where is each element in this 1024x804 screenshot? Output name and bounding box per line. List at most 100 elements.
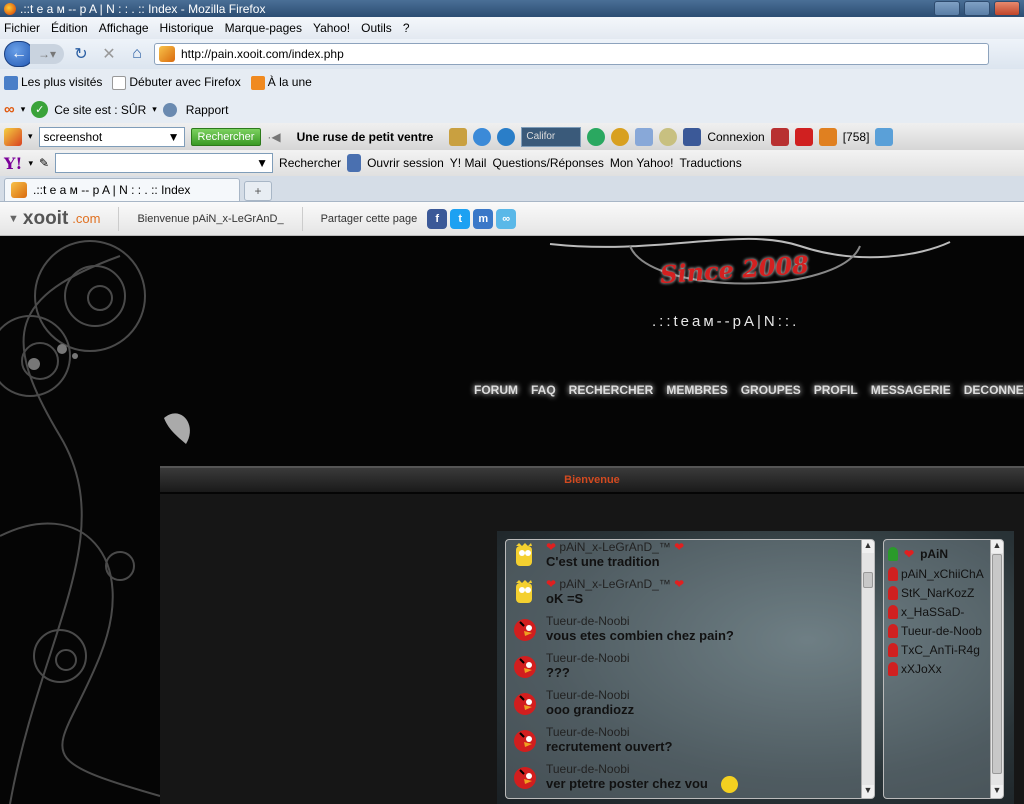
- menu-marque-pages[interactable]: Marque-pages: [225, 21, 302, 35]
- welcome-bar-label: Bienvenue: [564, 474, 620, 486]
- address-bar[interactable]: http://pain.xooit.com/index.php: [154, 43, 989, 65]
- stop-button[interactable]: ✕: [98, 43, 120, 65]
- menu-yahoo[interactable]: Yahoo!: [313, 21, 350, 35]
- facebook-share-icon[interactable]: f: [427, 208, 448, 229]
- bart-avatar-icon: [516, 543, 532, 566]
- yahoo-logo-icon[interactable]: Y!: [4, 154, 22, 173]
- qa-button[interactable]: Questions/Réponses: [492, 156, 603, 170]
- character-icon[interactable]: [659, 127, 678, 146]
- myspace-share-icon[interactable]: m: [473, 208, 494, 229]
- twitter-share-icon[interactable]: t: [450, 208, 471, 229]
- menu-affichage[interactable]: Affichage: [99, 21, 149, 35]
- scroll-down-icon[interactable]: ▼: [862, 785, 874, 798]
- scroll-down-icon[interactable]: ▼: [991, 785, 1003, 798]
- user-item[interactable]: StK_NarKozZ: [888, 583, 974, 602]
- user-item[interactable]: xXJoXx: [888, 659, 942, 678]
- wot-logo-icon[interactable]: ∞: [4, 101, 15, 118]
- menu-outils[interactable]: Outils: [361, 21, 392, 35]
- chatbox[interactable]: ❤ pAiN_x-LeGrAnD_™ ❤ C'est une tradition…: [505, 539, 875, 799]
- scroll-up-icon[interactable]: ▲: [862, 540, 874, 553]
- status-dropdown-icon[interactable]: ▾: [152, 104, 157, 115]
- blue-circle-icon[interactable]: [473, 127, 492, 146]
- menu-historique[interactable]: Historique: [160, 21, 214, 35]
- chat-scrollbar[interactable]: ▲ ▼: [861, 540, 874, 798]
- xooit-logo[interactable]: ▼ xooit .com: [8, 208, 100, 230]
- search-button[interactable]: Rechercher: [190, 127, 262, 146]
- xooit-dropdown-icon[interactable]: ▼: [8, 213, 19, 225]
- nav-faq[interactable]: FAQ: [531, 383, 556, 397]
- chat-text: ver ptetre poster chez vou: [546, 776, 739, 794]
- yahoo-dropdown-icon[interactable]: ▾: [28, 158, 33, 169]
- menu-edition[interactable]: Édition: [51, 21, 88, 35]
- chevron-down-icon: ▼: [256, 156, 269, 170]
- scroll-thumb[interactable]: [992, 554, 1002, 774]
- wot-dropdown-icon[interactable]: ▾: [21, 104, 26, 115]
- toolbar-logo-icon[interactable]: [4, 127, 22, 146]
- facebook-icon[interactable]: [683, 127, 702, 146]
- chat-message: ❤ pAiN_x-LeGrAnD_™ ❤ C'est une tradition: [512, 540, 857, 575]
- nav-profil[interactable]: PROFIL: [814, 383, 858, 397]
- close-button[interactable]: [994, 1, 1020, 16]
- nav-groupes[interactable]: GROUPES: [741, 383, 801, 397]
- counter-badge[interactable]: [758]: [843, 130, 870, 144]
- user-item[interactable]: Tueur-de-Noob: [888, 621, 982, 640]
- globe-icon[interactable]: [497, 127, 516, 146]
- home-button[interactable]: ⌂: [126, 43, 148, 65]
- chat-text: C'est une tradition: [546, 554, 660, 569]
- user-item[interactable]: x_HaSSaD-: [888, 602, 964, 621]
- connexion-button[interactable]: Connexion: [707, 130, 764, 144]
- mail-button[interactable]: Y! Mail: [450, 156, 487, 170]
- users-scrollbar[interactable]: ▲ ▼: [990, 540, 1003, 798]
- site-safety-status[interactable]: Ce site est : SÛR: [54, 103, 146, 117]
- menu-fichier[interactable]: Fichier: [4, 21, 40, 35]
- scroll-thumb[interactable]: [863, 572, 873, 588]
- forward-button[interactable]: →▾: [30, 44, 64, 64]
- scroll-up-icon[interactable]: ▲: [991, 540, 1003, 553]
- heart-icon: ❤: [674, 577, 685, 591]
- nav-forum[interactable]: FORUM: [474, 383, 518, 397]
- user-item[interactable]: pAiN_xChiiChA: [888, 564, 984, 583]
- puzzle-icon[interactable]: [875, 127, 894, 146]
- xooit-bar: ▼ xooit .com Bienvenue pAiN_x-LeGrAnD_ Pa…: [0, 202, 1024, 236]
- new-tab-button[interactable]: +: [244, 180, 272, 201]
- user-item[interactable]: ❤ pAiN: [888, 544, 948, 563]
- nav-deconnexion[interactable]: DECONNEXION: [964, 383, 1024, 397]
- login-button[interactable]: Ouvrir session: [367, 156, 444, 170]
- report-button[interactable]: Rapport: [186, 103, 229, 117]
- tab-bar: .::t e a м -- p A | N : : . :: Index +: [0, 176, 1024, 202]
- picture-icon[interactable]: [635, 127, 654, 146]
- nav-messagerie[interactable]: MESSAGERIE: [871, 383, 951, 397]
- youtube-icon[interactable]: [794, 127, 813, 146]
- bookmark-getting-started[interactable]: Débuter avec Firefox: [112, 75, 241, 90]
- minimize-button[interactable]: [934, 1, 960, 16]
- search-input[interactable]: screenshot ▼: [38, 126, 185, 147]
- smiley-icon[interactable]: [611, 127, 630, 146]
- weather-widget[interactable]: Califor: [521, 126, 582, 147]
- nav-rechercher[interactable]: RECHERCHER: [569, 383, 654, 397]
- user-item[interactable]: TxC_AnTi-R4g: [888, 640, 980, 659]
- reload-button[interactable]: ↻: [70, 43, 92, 65]
- back-arrow-icon: ←: [11, 45, 27, 62]
- yahoo-search-input[interactable]: ▼: [55, 153, 274, 173]
- tab-index[interactable]: .::t e a м -- p A | N : : . :: Index: [4, 177, 240, 201]
- nav-membres[interactable]: MEMBRES: [666, 383, 727, 397]
- heart-icon: ❤: [546, 577, 557, 591]
- bookmark-headlines[interactable]: À la une: [250, 75, 312, 90]
- angry-bird-avatar-icon: [514, 656, 536, 678]
- usais-icon[interactable]: [770, 127, 789, 146]
- translate-button[interactable]: Traductions: [679, 156, 741, 170]
- logo-dropdown-icon[interactable]: ▾: [28, 131, 33, 142]
- menu-help[interactable]: ?: [403, 21, 410, 35]
- tv-icon[interactable]: [449, 127, 468, 146]
- headline-ticker[interactable]: Une ruse de petit ventre: [297, 130, 434, 144]
- yahoo-search-button[interactable]: Rechercher: [279, 156, 341, 170]
- maximize-button[interactable]: [964, 1, 990, 16]
- my-yahoo-button[interactable]: Mon Yahoo!: [610, 156, 674, 170]
- user-icon: [888, 623, 898, 638]
- shield-icon[interactable]: [347, 154, 362, 172]
- bookmark-most-visited[interactable]: Les plus visités: [4, 75, 102, 90]
- pencil-icon[interactable]: ✎: [39, 156, 49, 170]
- rss-feed-icon[interactable]: [818, 127, 837, 146]
- world-icon[interactable]: [587, 127, 606, 146]
- link-share-icon[interactable]: ∞: [496, 208, 517, 229]
